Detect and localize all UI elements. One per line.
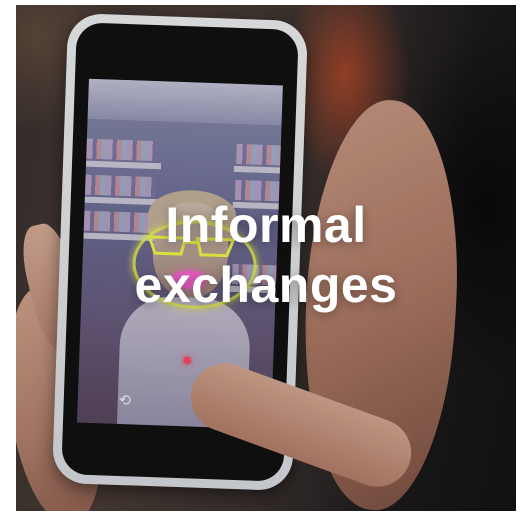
- card-title-line-2: exchanges: [134, 257, 398, 313]
- card-title-line-1: Informal: [165, 197, 367, 253]
- informal-exchanges-card[interactable]: ⟲ Informal exchanges: [16, 5, 516, 511]
- card-title: Informal exchanges: [16, 195, 516, 315]
